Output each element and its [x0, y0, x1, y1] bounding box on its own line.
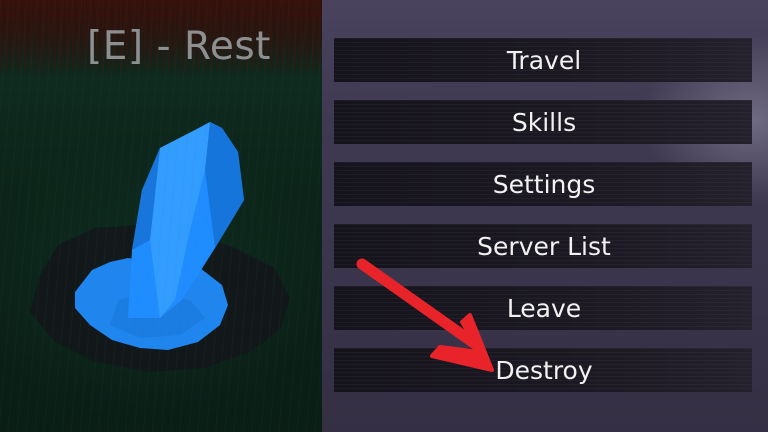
destroy-button-label: Destroy — [495, 355, 593, 385]
leave-button-label: Leave — [506, 293, 582, 323]
destroy-button[interactable]: Destroy — [334, 348, 752, 392]
crater-ring — [30, 225, 290, 372]
settings-button[interactable]: Settings — [334, 162, 752, 206]
pause-menu-panel: Travel Skills Settings Server List Leave… — [322, 0, 768, 432]
server-list-button[interactable]: Server List — [334, 224, 752, 268]
settings-button-label: Settings — [492, 169, 596, 199]
server-list-button-label: Server List — [477, 231, 611, 261]
travel-button[interactable]: Travel — [334, 38, 752, 82]
crystal-pool — [75, 258, 228, 350]
travel-button-label: Travel — [506, 45, 582, 75]
skills-button[interactable]: Skills — [334, 100, 752, 144]
crystal-shaft — [128, 122, 244, 318]
rest-prompt-label: [E] - Rest — [87, 24, 271, 69]
game-screen: [E] - Rest Travel Skills Settings Server… — [0, 0, 768, 432]
leave-button[interactable]: Leave — [334, 286, 752, 330]
skills-button-label: Skills — [511, 107, 577, 137]
